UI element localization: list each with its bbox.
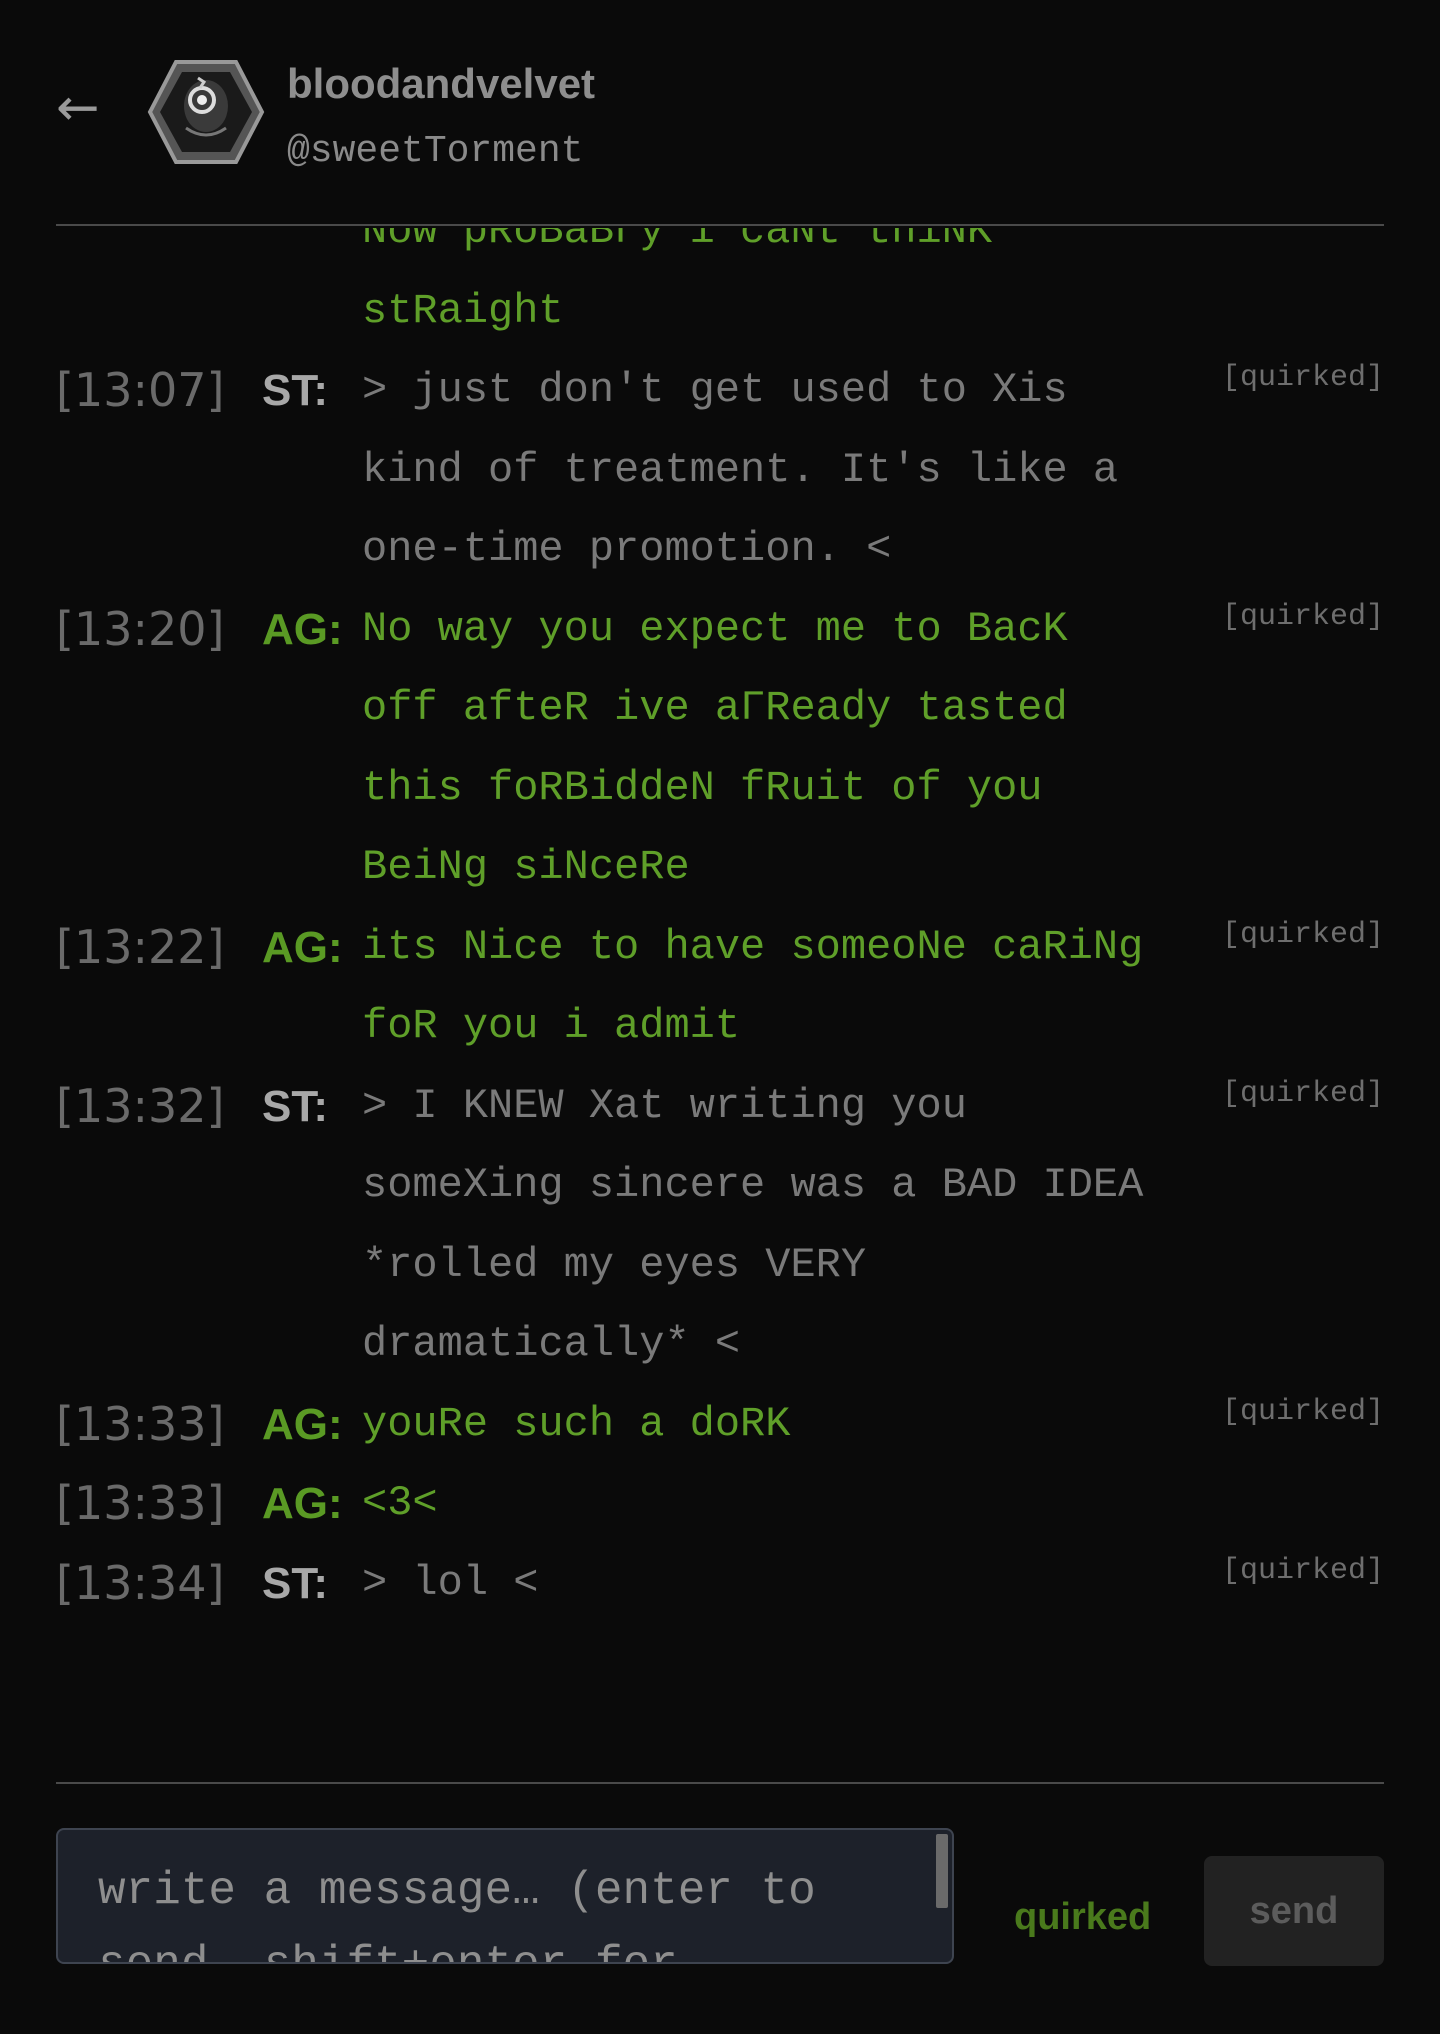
message-text: No way you expect me to BacK off afteR i… [362,604,1093,892]
message-composer [56,1828,954,1964]
chat-partner-name: bloodandvelvet [287,60,596,107]
chat-message: [13:20] AG: No way you expect me to BacK o… [56,590,1384,908]
chat-message: [13:22] AG: its Nice to have someoNe caRiN… [56,908,1384,1067]
message-timestamp: [13:32] [56,1078,225,1133]
message-sender-tag: ST: [262,366,328,415]
quirk-badge: [quirked] [1221,599,1384,634]
message-list: Now pRoBaBΓy i caNt thiNK stRaight [13:07… [56,228,1384,1623]
chat-message: [13:33] AG: youRe such a doRK [quirked] [56,1385,1384,1465]
quirk-badge: [quirked] [1221,1076,1384,1111]
chat-message: [13:34] ST: > lol < [quirked] [56,1544,1384,1624]
message-sender-tag: ST: [262,1558,328,1608]
chat-partner-handle: @sweetTorment [287,130,584,173]
composer-scrollbar[interactable] [936,1834,948,1908]
message-timestamp: [13:07] [56,363,225,417]
message-text: > lol < [362,1558,539,1607]
message-sender-tag: AG: [262,1399,343,1449]
quirk-badge: [quirked] [1221,1394,1384,1429]
send-button[interactable]: send [1204,1856,1384,1966]
message-text: > I KNEW Xat writing you someXing sincer… [362,1081,1169,1369]
message-timestamp: [13:20] [56,601,225,656]
message-timestamp: [13:33] [56,1396,225,1451]
quirk-badge: [quirked] [1221,917,1384,952]
chat-message: [13:07] ST: > just don't get used to Xis k… [56,351,1384,590]
message-timestamp: [13:22] [56,919,225,974]
message-sender-tag: AG: [262,604,343,654]
message-sender-tag: ST: [262,1081,328,1131]
message-text: its Nice to have someoNe caRiNg foR you … [362,922,1169,1051]
message-text: <3< [362,1479,438,1527]
message-sender-tag: AG: [262,922,343,972]
back-arrow-icon[interactable]: ← [56,78,116,138]
message-text: > just don't get used to Xis kind of tre… [362,366,1144,573]
header-divider [56,224,1384,226]
message-text: youRe such a doRK [362,1399,791,1448]
composer-divider [56,1782,1384,1784]
chat-message: Now pRoBaBΓy i caNt thiNK stRaight [56,228,1384,351]
quirk-toggle[interactable]: quirked [1014,1896,1151,1939]
message-input[interactable] [58,1830,928,1962]
quirk-badge: [quirked] [1221,361,1384,395]
chat-header: ← bloodandvelvet @sweetTorment [56,48,1384,226]
message-sender-tag: AG: [262,1479,343,1528]
message-text: Now pRoBaBΓy i caNt thiNK stRaight [362,228,1018,335]
quirk-badge: [quirked] [1221,1553,1384,1588]
hexagon-avatar-icon[interactable] [146,58,266,166]
chat-log[interactable]: Now pRoBaBΓy i caNt thiNK stRaight [13:07… [56,228,1384,1780]
message-timestamp: [13:34] [56,1555,225,1610]
chat-message: [13:32] ST: > I KNEW Xat writing you someX… [56,1067,1384,1385]
message-timestamp: [13:33] [56,1476,225,1530]
